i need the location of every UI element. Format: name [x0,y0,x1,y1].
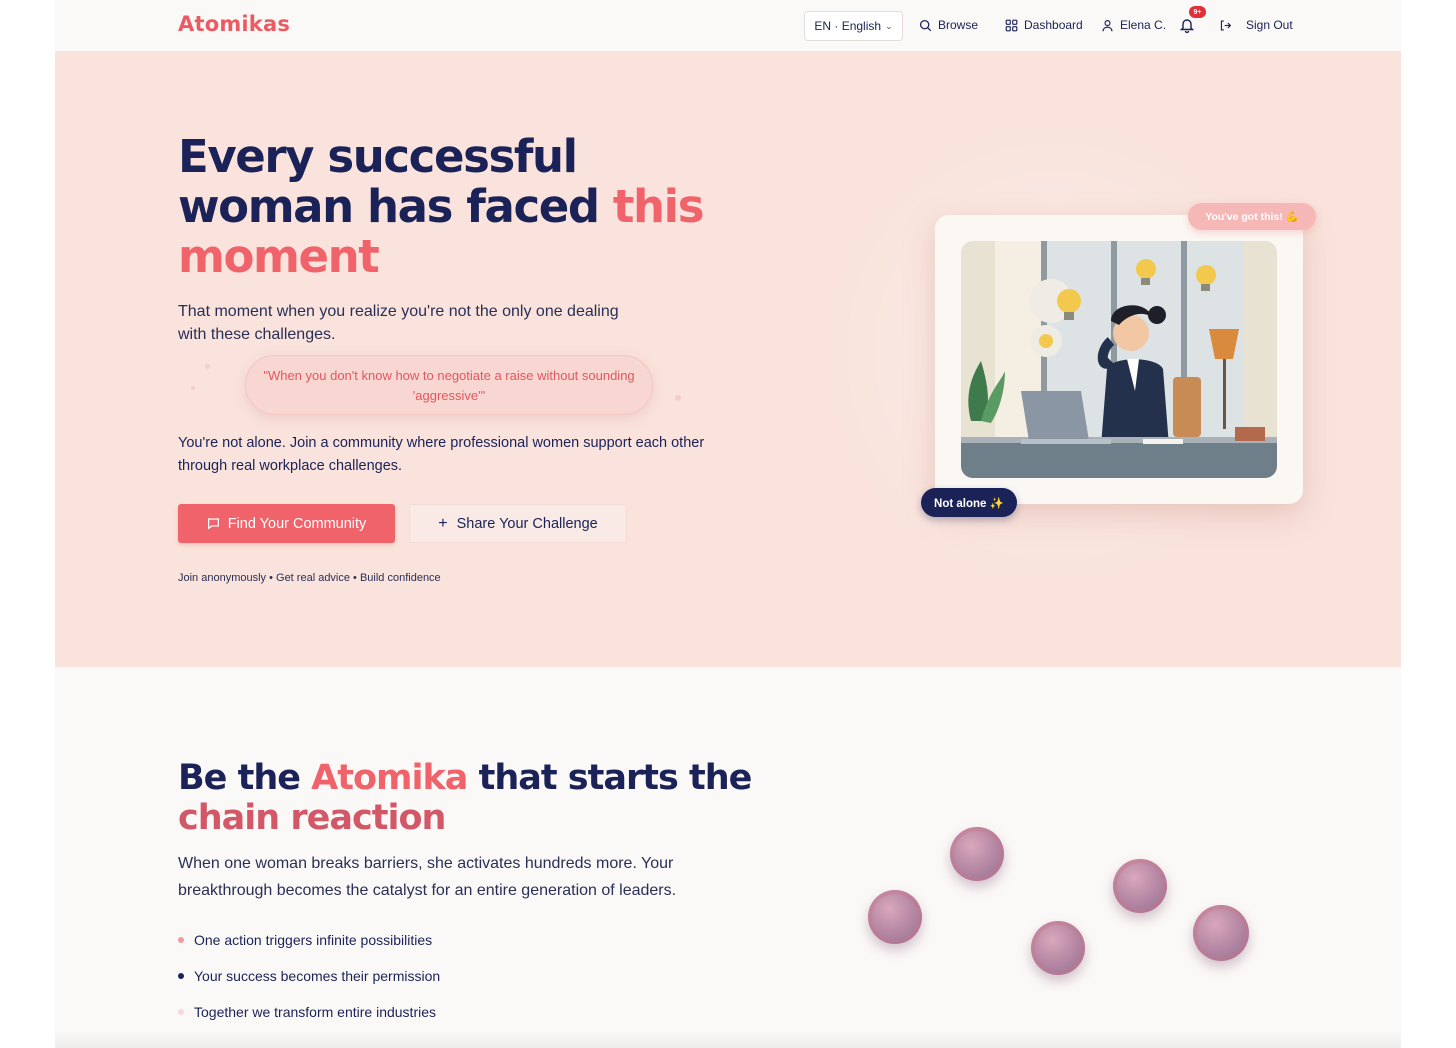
bullet-dot [178,1009,184,1015]
atom-orb [950,827,1004,881]
nav-signout[interactable]: Sign Out [1219,18,1293,32]
nav-dashboard[interactable]: Dashboard [1005,18,1083,32]
list-item-text: Your success becomes their permission [194,968,441,984]
nav-browse[interactable]: Browse [919,18,978,32]
atom-orb [868,890,922,944]
woman-thinking-illustration [961,241,1277,478]
page-frame: Atomikas EN · English ⌄ Browse Dashboard… [55,0,1401,1048]
message-icon [207,518,219,530]
nav-browse-label: Browse [938,18,979,32]
list-item: Your success becomes their permission [178,964,440,1000]
hero-headline-main: Every successful woman has faced [178,130,613,233]
chain-reaction-body: When one woman breaks barriers, she acti… [178,855,677,899]
encouragement-pill: You've got this! 💪 [1188,203,1316,230]
heading-accent: Atomika [311,758,468,798]
atom-orb [1031,921,1085,975]
notification-badge: 9+ [1189,6,1206,18]
hero-body: You're not alone. Join a community where… [178,435,705,474]
bottom-fade [55,1030,1401,1048]
sign-out-icon [1220,19,1232,31]
list-item: One action triggers infinite possibiliti… [178,928,440,964]
nav-dashboard-label: Dashboard [1024,18,1083,32]
bell-icon[interactable] [1179,17,1195,33]
nav-signout-label: Sign Out [1246,18,1293,32]
user-name: Elena C. [1120,18,1167,32]
user-icon [1102,19,1113,31]
atom-orb [1193,905,1249,961]
find-community-button[interactable]: Find Your Community [178,504,395,543]
hero-headline: Every successful woman has faced this mo… [178,132,738,282]
decor-dot [205,364,210,369]
benefit-list: One action triggers infinite possibiliti… [178,928,440,1036]
atom-orb [1113,859,1167,913]
language-select[interactable]: EN · English ⌄ [804,11,903,41]
share-challenge-button[interactable]: + Share Your Challenge [409,504,627,543]
heading-part-1: Be the [178,758,312,798]
plus-icon: + [438,514,448,532]
hero-tagline: Join anonymously • Get real advice • Bui… [178,572,441,584]
decor-dot [191,386,195,390]
hero-section: Every successful woman has faced this mo… [55,52,1401,667]
logo[interactable]: Atomikas [178,12,290,36]
list-item-text: Together we transform entire industries [194,1004,436,1020]
list-item-text: One action triggers infinite possibiliti… [194,932,433,948]
decor-dot [675,395,681,401]
not-alone-pill: Not alone ✨ [921,488,1017,517]
top-nav: Atomikas EN · English ⌄ Browse Dashboard… [55,0,1401,52]
chevron-down-icon: ⌄ [885,20,893,31]
dashboard-icon [1005,19,1018,31]
illustration-card [935,215,1303,504]
chain-reaction-heading: Be the Atomika that starts the chain rea… [178,758,778,838]
hero-subtitle: That moment when you realize you're not … [178,303,619,343]
search-icon [919,19,932,31]
challenge-quote-bubble: "When you don't know how to negotiate a … [245,355,653,415]
heading-gradient: chain reaction [178,798,446,838]
bullet-dot [178,937,184,943]
heading-part-2: that starts the [467,758,753,798]
share-challenge-label: Share Your Challenge [456,515,598,532]
find-community-label: Find Your Community [227,515,367,532]
language-label: EN · English [814,19,882,33]
nav-user[interactable]: Elena C. [1101,18,1166,32]
bullet-dot [178,973,184,979]
